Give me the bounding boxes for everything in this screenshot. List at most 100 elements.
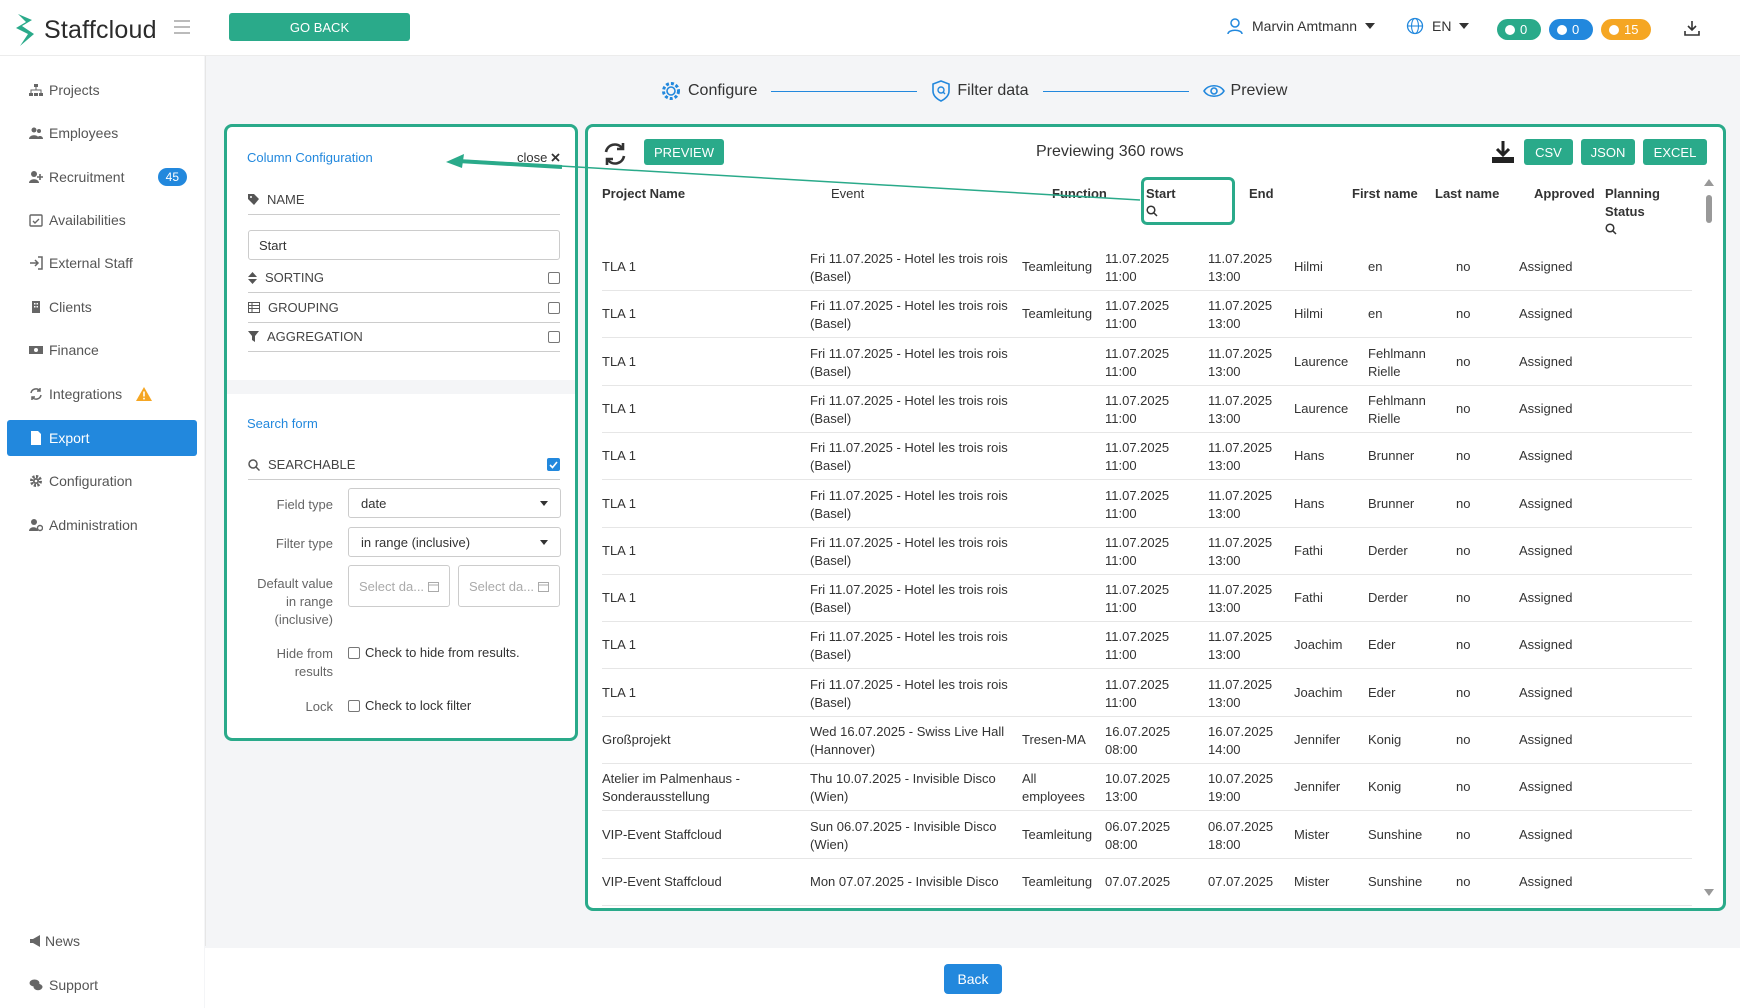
column-header-approved[interactable]: Approved xyxy=(1534,185,1595,203)
cell-first-name: Mister xyxy=(1294,873,1330,889)
export-json-button[interactable]: JSON xyxy=(1581,139,1635,165)
preview-button[interactable]: PREVIEW xyxy=(644,139,724,165)
table-row[interactable]: Atelier im Palmenhaus - Sonderausstellun… xyxy=(602,764,1692,812)
search-icon[interactable] xyxy=(1605,223,1617,235)
table-row[interactable]: Großprojekt Wed 16.07.2025 - Swiss Live H… xyxy=(602,717,1692,764)
aggregation-checkbox[interactable] xyxy=(548,330,560,343)
sidebar-item-export[interactable]: Export xyxy=(7,420,197,456)
column-name-input[interactable]: Start xyxy=(248,230,560,260)
megaphone-icon xyxy=(30,935,40,947)
eye-icon xyxy=(1202,84,1225,98)
lock-filter-checkbox[interactable] xyxy=(348,699,360,712)
sidebar-item-configuration[interactable]: Configuration xyxy=(7,463,197,499)
field-type-select[interactable]: date xyxy=(348,488,561,518)
column-header-project-name[interactable]: Project Name xyxy=(602,185,685,203)
close-icon xyxy=(551,153,560,162)
sidebar-item-availabilities[interactable]: Availabilities xyxy=(7,202,197,238)
chevron-down-icon xyxy=(540,501,548,506)
column-header-event[interactable]: Event xyxy=(831,185,864,203)
default-value-to-input[interactable]: Select da... xyxy=(458,565,560,607)
menu-toggle-icon[interactable] xyxy=(174,20,190,34)
cell-last-name: en xyxy=(1368,306,1383,322)
hide-from-results-checkbox[interactable] xyxy=(348,646,360,659)
cell-approved: no xyxy=(1456,542,1471,558)
table-row[interactable]: TLA 1 Fri 11.07.2025 - Hotel les trois ro… xyxy=(602,244,1692,291)
lock-filter-option[interactable]: Check to lock filter xyxy=(348,698,471,713)
cell-start: 11.07.2025 11:00 xyxy=(1105,392,1170,426)
cell-project-name: TLA 1 xyxy=(602,590,636,606)
searchable-checkbox[interactable] xyxy=(547,458,560,471)
sidebar-item-employees[interactable]: Employees xyxy=(7,115,197,151)
column-header-end[interactable]: End xyxy=(1249,185,1274,203)
step-configure[interactable]: Configure xyxy=(660,80,757,102)
scrollbar-thumb[interactable] xyxy=(1706,195,1712,223)
column-header-last-name[interactable]: Last name xyxy=(1435,185,1499,203)
column-configuration-title: Column Configuration xyxy=(247,150,373,165)
table-row[interactable]: TLA 1 Fri 11.07.2025 - Hotel les trois ro… xyxy=(602,291,1692,339)
sidebar-item-external-staff[interactable]: External Staff xyxy=(7,245,197,281)
sign-in-icon xyxy=(30,256,43,270)
sidebar-item-support[interactable]: Support xyxy=(7,967,197,1003)
table-row[interactable]: VIP-Event Staffcloud Mon 07.07.2025 - Inv… xyxy=(602,859,1692,906)
sidebar-item-administration[interactable]: Administration xyxy=(7,507,197,543)
grouping-checkbox[interactable] xyxy=(548,301,560,314)
notifications-badge[interactable]: 0 xyxy=(1549,19,1593,40)
cell-last-name: Derder xyxy=(1368,542,1408,558)
export-excel-button[interactable]: EXCEL xyxy=(1643,139,1707,165)
sidebar-item-projects[interactable]: Projects xyxy=(7,72,197,108)
sidebar-item-finance[interactable]: Finance xyxy=(7,332,197,368)
preview-title: Previewing 360 rows xyxy=(1036,143,1184,160)
language-menu[interactable]: EN xyxy=(1406,17,1470,35)
download-icon[interactable] xyxy=(1683,19,1701,37)
column-header-planning-status[interactable]: Planning Status xyxy=(1605,185,1665,235)
scroll-up-icon[interactable] xyxy=(1704,179,1714,186)
cell-event: Fri 11.07.2025 - Hotel les trois rois (B… xyxy=(810,629,1008,663)
sidebar-item-integrations[interactable]: Integrations xyxy=(7,376,197,412)
column-header-function[interactable]: Function xyxy=(1052,185,1107,203)
close-button[interactable]: close xyxy=(517,150,560,165)
user-menu[interactable]: Marvin Amtmann xyxy=(1226,17,1376,35)
sorting-label: SORTING xyxy=(265,270,324,285)
cell-planning-status: Assigned xyxy=(1519,495,1573,511)
hide-from-results-option[interactable]: Check to hide from results. xyxy=(348,645,520,660)
table-row[interactable]: TLA 1 Fri 11.07.2025 - Hotel les trois ro… xyxy=(602,386,1692,433)
go-back-button[interactable]: GO BACK xyxy=(229,13,410,41)
sidebar-item-clients[interactable]: Clients xyxy=(7,289,197,325)
sidebar-item-news[interactable]: News xyxy=(7,923,197,959)
field-type-label: Field type xyxy=(276,497,333,512)
sidebar-item-label: Integrations xyxy=(49,386,123,402)
scroll-down-icon[interactable] xyxy=(1704,889,1714,896)
step-filter-data[interactable]: Filter data xyxy=(931,80,1029,102)
table-row[interactable]: TLA 1 Fri 11.07.2025 - Hotel les trois ro… xyxy=(602,528,1692,575)
table-row[interactable]: TLA 1 Fri 11.07.2025 - Hotel les trois ro… xyxy=(602,433,1692,481)
table-row[interactable]: TLA 1 Fri 11.07.2025 - Hotel les trois ro… xyxy=(602,670,1692,717)
back-button[interactable]: Back xyxy=(944,964,1002,994)
table-row[interactable]: TLA 1 Fri 11.07.2025 - Hotel les trois ro… xyxy=(602,575,1692,623)
grouping-label: GROUPING xyxy=(268,300,339,315)
messages-badge[interactable]: 0 xyxy=(1497,19,1541,40)
download-icon[interactable] xyxy=(1490,139,1516,165)
cell-last-name: Konig xyxy=(1368,732,1402,747)
alerts-badge[interactable]: 15 xyxy=(1601,19,1651,40)
cell-start: 10.07.2025 13:00 xyxy=(1105,771,1171,805)
export-csv-button[interactable]: CSV xyxy=(1524,139,1573,165)
sidebar-item-recruitment[interactable]: Recruitment 45 xyxy=(7,159,197,195)
cell-end: 11.07.2025 13:00 xyxy=(1208,534,1273,568)
refresh-icon[interactable] xyxy=(602,141,628,167)
cell-approved: no xyxy=(1456,873,1471,889)
alerts-count: 15 xyxy=(1624,22,1639,37)
app-logo[interactable]: Staffcloud xyxy=(14,12,157,48)
column-header-first-name[interactable]: First name xyxy=(1352,185,1418,203)
sorting-checkbox[interactable] xyxy=(548,271,560,284)
step-preview[interactable]: Preview xyxy=(1202,82,1287,100)
sorting-row: SORTING xyxy=(248,263,560,293)
table-row[interactable]: VIP-Event Staffcloud Sun 06.07.2025 - Inv… xyxy=(602,812,1692,859)
table-row[interactable]: TLA 1 Fri 11.07.2025 - Hotel les trois ro… xyxy=(602,622,1692,670)
filter-type-select[interactable]: in range (inclusive) xyxy=(348,527,561,557)
default-value-from-input[interactable]: Select da... xyxy=(348,565,450,607)
table-row[interactable]: TLA 1 Fri 11.07.2025 - Hotel les trois ro… xyxy=(602,339,1692,386)
table-row[interactable]: TLA 1 Fri 11.07.2025 - Hotel les trois ro… xyxy=(602,481,1692,528)
search-icon xyxy=(248,458,260,471)
calendar-icon xyxy=(538,581,550,592)
cell-project-name: TLA 1 xyxy=(602,684,636,700)
